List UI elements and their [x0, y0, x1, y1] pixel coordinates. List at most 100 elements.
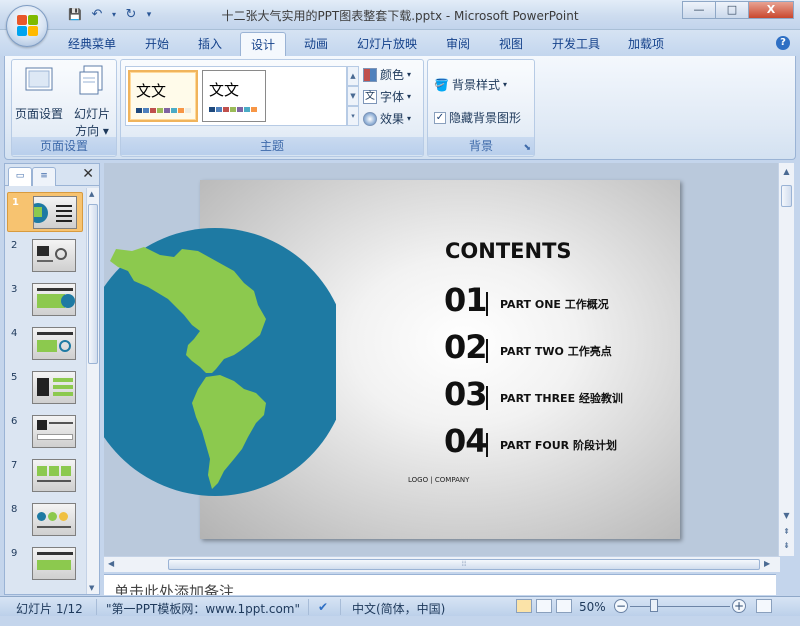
- slide-thumbnail-4[interactable]: 4: [7, 324, 83, 364]
- slides-pane-scrollbar[interactable]: ▲ ▼: [86, 188, 99, 594]
- close-button[interactable]: X: [748, 1, 794, 19]
- tab-design[interactable]: 设计: [240, 32, 287, 56]
- item-label-2[interactable]: PART TWO 工作亮点: [500, 343, 612, 359]
- slide-thumbnail-1[interactable]: 1: [7, 192, 83, 232]
- scroll-up-icon[interactable]: ▲: [779, 167, 794, 176]
- slide-number: 6: [11, 416, 18, 427]
- normal-view-icon[interactable]: [516, 599, 532, 613]
- zoom-slider-track[interactable]: [630, 606, 730, 607]
- slide-thumbnail-9[interactable]: 9: [7, 544, 83, 584]
- item-number-2[interactable]: 02: [444, 328, 488, 366]
- slide-number: 4: [11, 328, 18, 339]
- window-controls: — □ X: [682, 1, 794, 19]
- slide-thumbnail-7[interactable]: 7: [7, 456, 83, 496]
- slide-thumbnail-image: [32, 459, 76, 492]
- colors-button[interactable]: 颜色 ▾: [363, 66, 411, 83]
- gallery-down-button[interactable]: ▼: [347, 86, 359, 106]
- group-page-setup: 页面设置 幻灯片 方向 ▾ 页面设置: [11, 59, 117, 157]
- item-divider-1: [486, 292, 488, 316]
- zoom-out-icon[interactable]: −: [614, 599, 628, 613]
- theme-2-swatches: [209, 107, 257, 112]
- slide-number: 3: [11, 284, 18, 295]
- window-title: 十二张大气实用的PPT图表整套下载.pptx - Microsoft Power…: [221, 9, 579, 23]
- help-icon[interactable]: ?: [776, 36, 790, 50]
- tab-view[interactable]: 视图: [499, 35, 523, 52]
- gallery-more-button[interactable]: ▾: [347, 106, 359, 126]
- slideshow-view-icon[interactable]: [556, 599, 572, 613]
- item-label-1[interactable]: PART ONE 工作概况: [500, 296, 609, 312]
- item-label-4[interactable]: PART FOUR 阶段计划: [500, 437, 617, 453]
- fit-to-window-icon[interactable]: [756, 599, 772, 613]
- title-bar: 💾 ↶ ▾ ↻ ▾ 十二张大气实用的PPT图表整套下载.pptx - Micro…: [0, 0, 800, 30]
- slide-orientation-button[interactable]: 幻灯片 方向 ▾: [68, 64, 116, 139]
- office-button[interactable]: [6, 5, 48, 47]
- effects-button[interactable]: 效果 ▾: [363, 110, 411, 127]
- editor-vscroll-thumb[interactable]: [781, 185, 792, 207]
- notes-placeholder: 单击此处添加备注: [114, 583, 235, 595]
- tab-classic-menu[interactable]: 经典菜单: [68, 35, 116, 52]
- fonts-label: 字体: [380, 90, 405, 104]
- logo-company-text[interactable]: LOGO | COMPANY: [408, 476, 469, 484]
- item-number-1[interactable]: 01: [444, 281, 488, 319]
- background-styles-label: 背景样式: [451, 78, 500, 92]
- status-bar: 幻灯片 1/12 "第一PPT模板网：www.1ppt.com" ✔ 中文(简体…: [0, 596, 800, 616]
- tab-review[interactable]: 审阅: [446, 35, 470, 52]
- item-number-4[interactable]: 04: [444, 422, 488, 460]
- slide-thumbnail-2[interactable]: 2: [7, 236, 83, 276]
- scroll-left-icon[interactable]: ◀: [108, 559, 114, 568]
- zoom-in-icon[interactable]: +: [732, 599, 746, 613]
- item-label-3[interactable]: PART THREE 经验教训: [500, 390, 623, 406]
- tab-insert[interactable]: 插入: [198, 35, 222, 52]
- maximize-button[interactable]: □: [715, 1, 749, 19]
- scroll-down-icon[interactable]: ▼: [89, 584, 94, 592]
- scroll-down-icon[interactable]: ▼: [779, 511, 794, 520]
- tab-slideshow[interactable]: 幻灯片放映: [357, 35, 417, 52]
- notes-pane[interactable]: 单击此处添加备注: [104, 574, 776, 595]
- theme-gallery-scroll: ▲ ▼ ▾: [347, 66, 359, 126]
- tab-developer[interactable]: 开发工具: [552, 35, 600, 52]
- globe-illustration: [104, 228, 336, 496]
- minimize-button[interactable]: —: [682, 1, 716, 19]
- slide-sorter-view-icon[interactable]: [536, 599, 552, 613]
- gallery-up-button[interactable]: ▲: [347, 66, 359, 86]
- fonts-button[interactable]: 文 字体 ▾: [363, 88, 411, 105]
- slide-thumbnail-5[interactable]: 5: [7, 368, 83, 408]
- theme-office[interactable]: 文文: [128, 70, 198, 122]
- editor-horizontal-scrollbar[interactable]: ◀ ⦙⦙⦙ ▶: [104, 556, 780, 572]
- ribbon-tabs: 经典菜单 开始 插入 设计 动画 幻灯片放映 审阅 视图 开发工具 加载项 ?: [0, 30, 800, 56]
- tab-addins[interactable]: 加载项: [628, 35, 664, 52]
- hide-background-checkbox[interactable]: ✓ 隐藏背景图形: [434, 109, 521, 126]
- previous-slide-icon[interactable]: ⇞: [779, 527, 794, 536]
- scroll-up-icon[interactable]: ▲: [89, 190, 94, 198]
- paint-bucket-icon: 🪣: [434, 77, 449, 92]
- tab-animations[interactable]: 动画: [304, 35, 328, 52]
- slides-pane-scroll-thumb[interactable]: [88, 204, 98, 364]
- editor-vertical-scrollbar[interactable]: ▲ ▼ ⇞ ⇟: [778, 163, 794, 556]
- close-pane-icon[interactable]: ✕: [82, 166, 94, 182]
- tab-outline[interactable]: ≡: [32, 167, 56, 186]
- tab-slides-thumbnails[interactable]: ▭: [8, 167, 32, 186]
- scroll-right-icon[interactable]: ▶: [764, 559, 770, 568]
- background-dialog-launcher-icon[interactable]: ⬊: [523, 143, 531, 153]
- item-divider-4: [486, 433, 488, 457]
- slide-thumbnail-3[interactable]: 3: [7, 280, 83, 320]
- page-setup-button[interactable]: 页面设置: [14, 64, 64, 122]
- item-number-3[interactable]: 03: [444, 375, 488, 413]
- hide-background-check-icon[interactable]: ✓: [434, 111, 446, 124]
- zoom-slider-thumb[interactable]: [650, 599, 658, 612]
- slide-thumbnail-8[interactable]: 8: [7, 500, 83, 540]
- editor-hscroll-thumb[interactable]: ⦙⦙⦙: [168, 559, 760, 570]
- slide-thumbnail-6[interactable]: 6: [7, 412, 83, 452]
- next-slide-icon[interactable]: ⇟: [779, 541, 794, 550]
- theme-name-status[interactable]: "第一PPT模板网：www.1ppt.com": [106, 600, 300, 617]
- slide-thumbnail-image: [32, 547, 76, 580]
- zoom-level[interactable]: 50%: [579, 600, 606, 614]
- background-styles-button[interactable]: 🪣 背景样式 ▾: [434, 76, 507, 93]
- theme-2[interactable]: 文文: [202, 70, 266, 122]
- tab-home[interactable]: 开始: [145, 35, 169, 52]
- contents-heading[interactable]: CONTENTS: [445, 239, 572, 263]
- item-divider-2: [486, 339, 488, 363]
- slide-thumbnail-image: [32, 371, 76, 404]
- spell-check-icon[interactable]: ✔: [318, 600, 328, 614]
- language-status[interactable]: 中文(简体，中国): [352, 600, 445, 617]
